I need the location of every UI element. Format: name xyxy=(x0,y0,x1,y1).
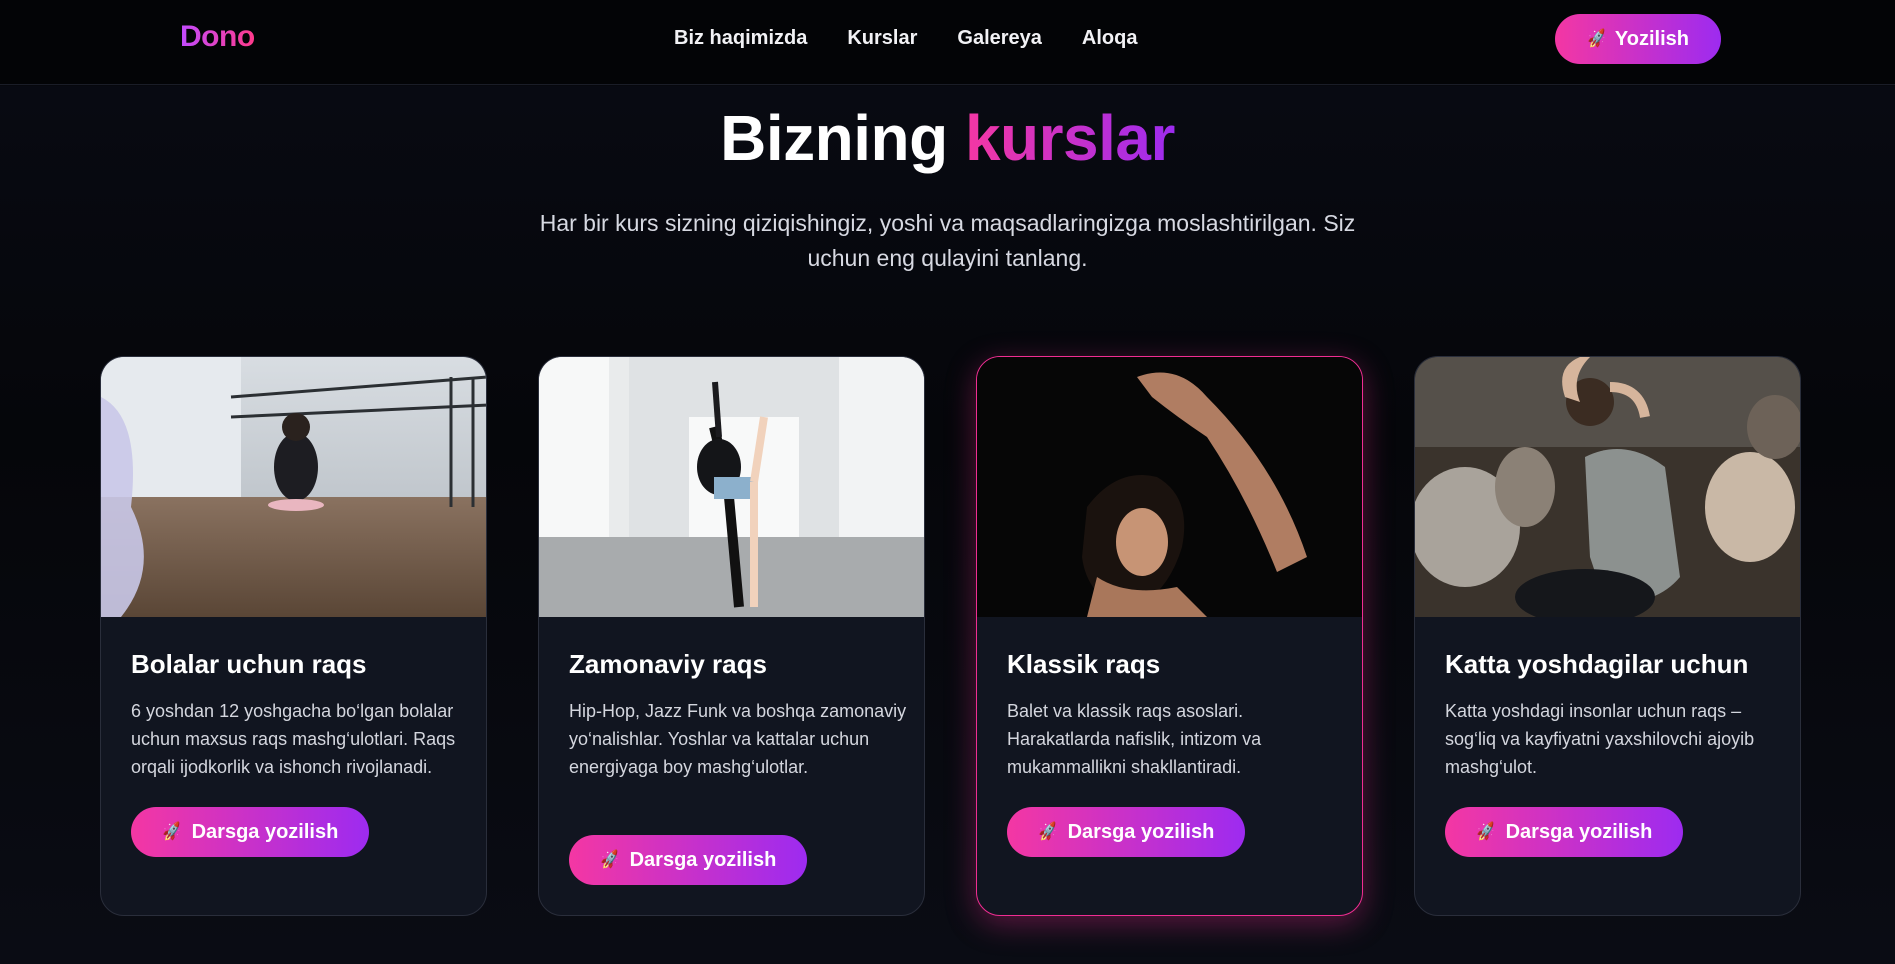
section-title-plain: Bizning xyxy=(720,102,948,174)
course-card-adults: Katta yoshdagilar uchun Katta yoshdagi i… xyxy=(1414,356,1801,916)
course-title: Bolalar uchun raqs xyxy=(131,649,367,679)
rocket-icon: 🚀 xyxy=(1036,822,1060,843)
enroll-button-label: Darsga yozilish xyxy=(1505,820,1653,843)
course-card-modern: Zamonaviy raqs Hip-Hop, Jazz Funk va bos… xyxy=(538,356,925,916)
rocket-icon: 🚀 xyxy=(160,822,184,843)
nav-links: Biz haqimizda Kurslar Galereya Aloqa xyxy=(674,27,1137,50)
course-description: Balet va klassik raqs asoslari. Harakatl… xyxy=(1007,701,1262,777)
section-title: Bizning kurslar xyxy=(0,100,1895,176)
rocket-icon: 🚀 xyxy=(1585,29,1609,50)
nav-link-gallery[interactable]: Galereya xyxy=(957,27,1042,50)
section-title-accent: kurslar xyxy=(964,102,1175,174)
course-card-kids: Bolalar uchun raqs 6 yoshdan 12 yoshgach… xyxy=(100,356,487,916)
course-image-adults xyxy=(1415,357,1800,617)
course-image-classic xyxy=(977,357,1362,617)
rocket-icon: 🚀 xyxy=(598,850,622,871)
enroll-button-label: Darsga yozilish xyxy=(1067,820,1215,843)
course-description: Hip-Hop, Jazz Funk va boshqa zamonaviy y… xyxy=(569,701,907,777)
enroll-button-label: Darsga yozilish xyxy=(629,848,777,871)
course-image-modern xyxy=(539,357,924,617)
course-description: Katta yoshdagi insonlar uchun raqs – sog… xyxy=(1445,701,1755,777)
nav-link-contact[interactable]: Aloqa xyxy=(1082,27,1138,50)
course-title: Klassik raqs xyxy=(1007,649,1161,679)
signup-button[interactable]: 🚀 Yozilish xyxy=(1555,14,1721,64)
enroll-button-label: Darsga yozilish xyxy=(191,820,339,843)
nav-link-about[interactable]: Biz haqimizda xyxy=(674,27,807,50)
course-card-classic: Klassik raqs Balet va klassik raqs asosl… xyxy=(976,356,1363,916)
enroll-button-modern[interactable]: 🚀 Darsga yozilish xyxy=(569,835,807,885)
enroll-button-classic[interactable]: 🚀 Darsga yozilish xyxy=(1007,807,1245,857)
nav-link-courses[interactable]: Kurslar xyxy=(847,27,917,50)
logo[interactable]: Dono xyxy=(180,20,255,54)
course-title: Katta yoshdagilar uchun xyxy=(1445,649,1749,679)
navbar: Dono Biz haqimizda Kurslar Galereya Aloq… xyxy=(0,0,1895,85)
signup-button-label: Yozilish xyxy=(1614,27,1689,50)
enroll-button-adults[interactable]: 🚀 Darsga yozilish xyxy=(1445,807,1683,857)
section-subtitle: Har bir kurs sizning qiziqishingiz, yosh… xyxy=(539,210,1356,271)
rocket-icon: 🚀 xyxy=(1474,822,1498,843)
course-title: Zamonaviy raqs xyxy=(569,649,767,679)
course-image-kids xyxy=(101,357,486,617)
enroll-button-kids[interactable]: 🚀 Darsga yozilish xyxy=(131,807,369,857)
course-description: 6 yoshdan 12 yoshgacha bo‘lgan bolalar u… xyxy=(131,701,456,777)
